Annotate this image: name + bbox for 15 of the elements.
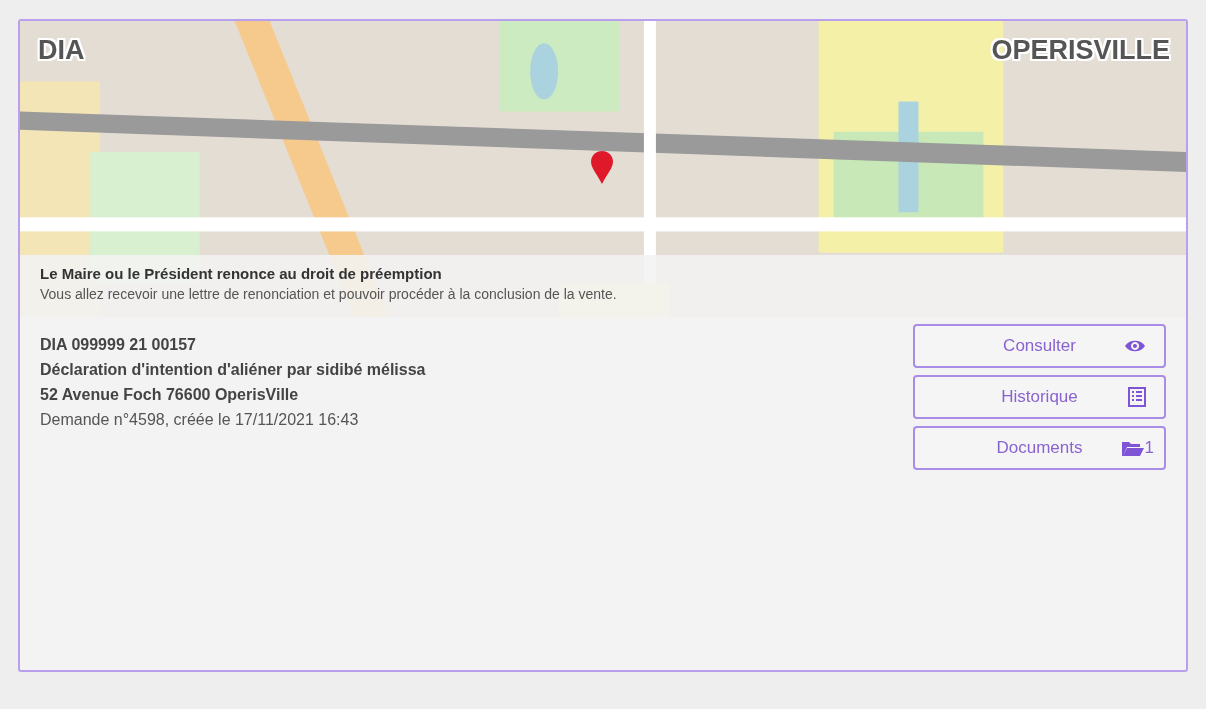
notice-title: Le Maire ou le Président renonce au droit de préemption: [40, 265, 443, 282]
folder-icon: [1121, 440, 1144, 456]
dossier-reference: DIA 099999 21 00157: [40, 336, 197, 354]
property-address: 52 Avenue Foch 76600 OperisVille: [40, 386, 300, 404]
action-button[interactable]: Consulter: [913, 324, 1166, 368]
action-button[interactable]: Historique: [913, 375, 1166, 419]
action-button[interactable]: Documents 1: [913, 426, 1166, 470]
city-name: OPERISVILLE: [991, 35, 1170, 66]
list-icon: [1128, 387, 1146, 407]
eye-icon: [1124, 339, 1146, 353]
notice-message: Vous allez recevoir une lettre de renonciation et pouvoir procéder à la conclusion de la vente.: [40, 286, 618, 302]
dossier-title: Déclaration d'intention d'aliéner par sidibé mélissa: [40, 361, 426, 379]
document-count: 1: [1144, 438, 1154, 458]
dossier-type: DIA: [38, 35, 85, 66]
request-info: Demande n°4598, créée le 17/11/2021 16:43: [40, 411, 360, 429]
